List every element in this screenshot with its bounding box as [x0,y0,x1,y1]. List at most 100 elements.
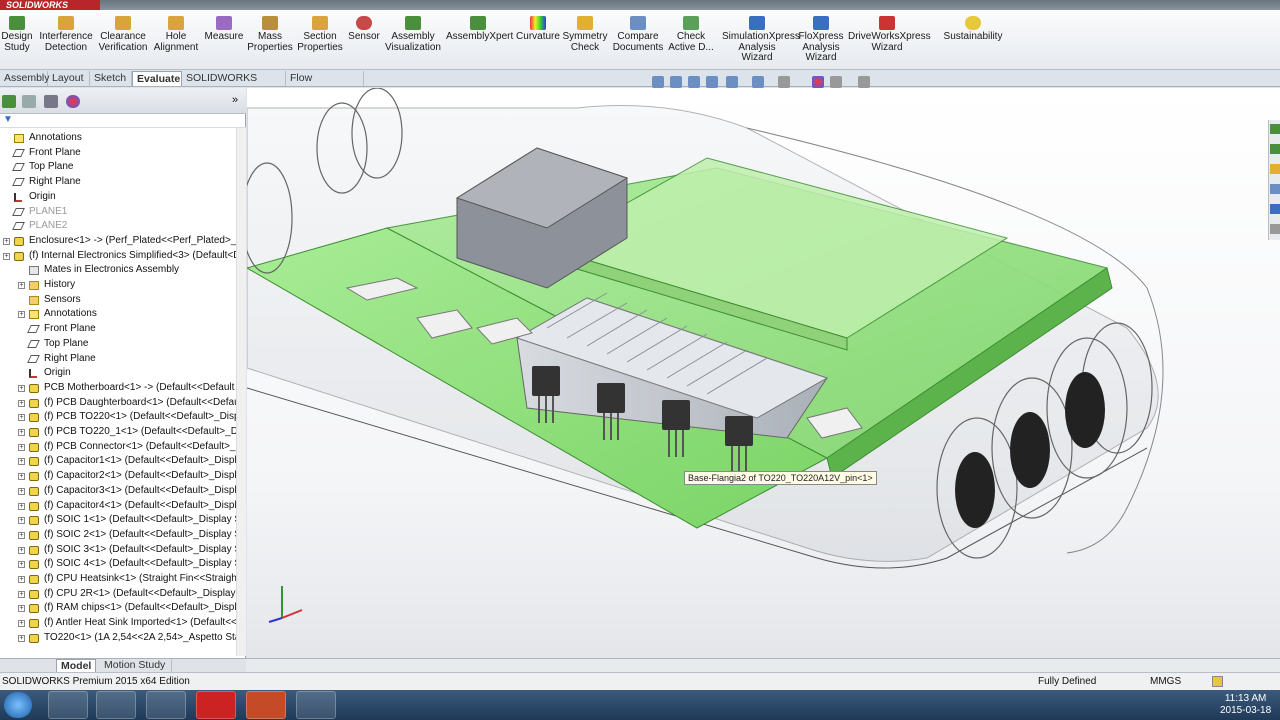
start-icon[interactable] [4,692,32,718]
expand-icon[interactable]: + [18,531,25,539]
outlook-taskbar-icon[interactable] [146,691,186,719]
tree-scrollbar[interactable] [236,128,246,656]
tree-item[interactable]: + (f) CPU Heatsink<1> (Straight Fin<<Stra… [0,572,236,587]
file-explorer-icon[interactable] [1270,164,1280,174]
symmetry-check-button[interactable]: Symmetry Check [562,16,608,53]
expand-icon[interactable]: + [18,414,25,422]
feature-manager-icon[interactable] [2,95,16,108]
clock[interactable]: 11:13 AM 2015-03-18 [1220,693,1271,717]
tree-item[interactable]: Sensors [0,293,236,308]
tree-item[interactable]: Front Plane [0,146,236,161]
tree-item[interactable]: + (f) SOIC 3<1> (Default<<Default>_Displa… [0,543,236,558]
tree-item[interactable]: + (f) PCB TO220<1> (Default<<Default>_Dis… [0,410,236,425]
sustainability-button[interactable]: Sustainability [940,16,1006,43]
tree-item[interactable]: PLANE1 [0,205,236,220]
expand-icon[interactable]: + [18,458,25,466]
tree-item[interactable]: Right Plane [0,175,236,190]
expand-icon[interactable]: + [18,546,25,554]
chrome-taskbar-icon[interactable] [96,691,136,719]
view-settings-icon[interactable] [858,76,870,88]
tree-item[interactable]: Top Plane [0,337,236,352]
sensor-button[interactable]: Sensor [347,16,381,43]
section-properties-button[interactable]: Section Properties [296,16,344,53]
tree-item[interactable]: Origin [0,190,236,205]
tab-evaluate[interactable]: Evaluate [132,71,182,86]
tree-item[interactable]: PLANE2 [0,219,236,234]
driveworksxpress-button[interactable]: DriveWorksXpress Wizard [848,16,931,53]
chevron-right-icon[interactable]: » [232,94,238,106]
previous-view-icon[interactable] [688,76,700,88]
expand-icon[interactable]: + [3,252,10,260]
expand-icon[interactable]: + [18,487,25,495]
tree-item[interactable]: + (f) Capacitor4<1> (Default<<Default>_Di… [0,499,236,514]
solidworks-taskbar-icon[interactable] [196,691,236,719]
view-palette-icon[interactable] [1270,184,1280,194]
interference-detection-button[interactable]: Interference Detection [38,16,94,53]
curvature-button[interactable]: Curvature [516,16,560,43]
tab-assembly[interactable]: Assembly [0,71,50,86]
filter-icon[interactable]: ▼ [3,114,13,125]
view-orientation-icon[interactable] [726,76,738,88]
tree-item[interactable]: + (f) Capacitor2<1> (Default<<Default>_Di… [0,469,236,484]
display-style-icon[interactable] [752,76,764,88]
apply-scene-icon[interactable] [830,76,842,88]
help-icon[interactable] [1212,676,1223,687]
tree-filter[interactable]: ▼ [0,114,246,128]
expand-icon[interactable]: + [18,311,25,319]
tab-motion-study-1[interactable]: Motion Study 1 [100,659,172,683]
tree-item[interactable]: Right Plane [0,352,236,367]
expand-icon[interactable]: + [18,384,25,392]
expand-icon[interactable]: + [18,473,25,481]
assemblyxpert-button[interactable]: AssemblyXpert [446,16,513,43]
graphics-area[interactable]: Base-Flangia2 of TO220_TO220A12V_pin<1> [247,88,1280,658]
expand-icon[interactable]: + [18,502,25,510]
expand-icon[interactable]: + [18,590,25,598]
tree-item[interactable]: + (f) Capacitor1<1> (Default<<Default>_Di… [0,454,236,469]
simulationxpress-button[interactable]: SimulationXpress Analysis Wizard [722,16,800,64]
tree-item[interactable]: + (f) SOIC 1<1> (Default<<Default>_Displa… [0,513,236,528]
tree-item[interactable]: + (f) PCB TO220_1<1> (Default<<Default>_D… [0,425,236,440]
tree-item[interactable]: + (f) RAM chips<1> (Default<<Default>_Dis… [0,601,236,616]
tree-item[interactable]: + (f) CPU 2R<1> (Default<<Default>_Displa… [0,587,236,602]
section-view-icon[interactable] [706,76,718,88]
tree-item[interactable]: + (f) Capacitor3<1> (Default<<Default>_Di… [0,484,236,499]
display-manager-icon[interactable] [66,95,80,108]
measure-button[interactable]: Measure [202,16,246,43]
custom-properties-icon[interactable] [1270,224,1280,234]
tree-item[interactable]: Top Plane [0,160,236,175]
tree-item[interactable]: Annotations [0,131,236,146]
tree-item[interactable]: + (f) Internal Electronics Simplified<3> … [0,249,236,264]
tree-item[interactable]: + (f) Antler Heat Sink Imported<1> (Defau… [0,616,236,631]
tree-item[interactable]: + (f) SOIC 4<1> (Default<<Default>_Displa… [0,557,236,572]
tree-item[interactable]: Mates in Electronics Assembly [0,263,236,278]
design-study-button[interactable]: Design Study [0,16,34,53]
property-manager-icon[interactable] [22,95,36,108]
expand-icon[interactable]: + [18,399,25,407]
hide-show-items-icon[interactable] [778,76,790,88]
tab-flow-simulation[interactable]: Flow Simulation [286,71,364,99]
expand-icon[interactable]: + [18,443,25,451]
compare-documents-button[interactable]: Compare Documents [612,16,664,53]
appearances-icon[interactable] [1270,204,1280,214]
tree-item[interactable]: + History [0,278,236,293]
tree-item[interactable]: + PCB Motherboard<1> -> (Default<<Default [0,381,236,396]
configuration-manager-icon[interactable] [44,95,58,108]
clearance-verification-button[interactable]: Clearance Verification [96,16,150,53]
expand-icon[interactable]: + [18,634,25,642]
tree-item[interactable]: Origin [0,366,236,381]
tree-item[interactable]: + Enclosure<1> -> (Perf_Plated<<Perf_Plat… [0,234,236,249]
expand-icon[interactable]: + [18,576,25,583]
floxpress-button[interactable]: FloXpress Analysis Wizard [798,16,844,64]
tab-sketch[interactable]: Sketch [90,71,132,86]
mass-properties-button[interactable]: Mass Properties [247,16,293,53]
tab-model[interactable]: Model [56,659,96,672]
assembly-visualization-button[interactable]: Assembly Visualization [384,16,442,53]
tab-solidworks-add-ins[interactable]: SOLIDWORKS Add-Ins [182,71,286,99]
unit-system[interactable]: MMGS [1150,673,1181,691]
tree-item[interactable]: + TO220<1> (1A 2,54<<2A 2,54>_Aspetto Sta… [0,631,236,646]
expand-icon[interactable]: + [18,429,25,436]
edit-appearance-icon[interactable] [812,76,824,88]
expand-icon[interactable]: + [18,282,25,289]
tab-layout[interactable]: Layout [48,71,90,86]
expand-icon[interactable]: + [18,561,25,569]
